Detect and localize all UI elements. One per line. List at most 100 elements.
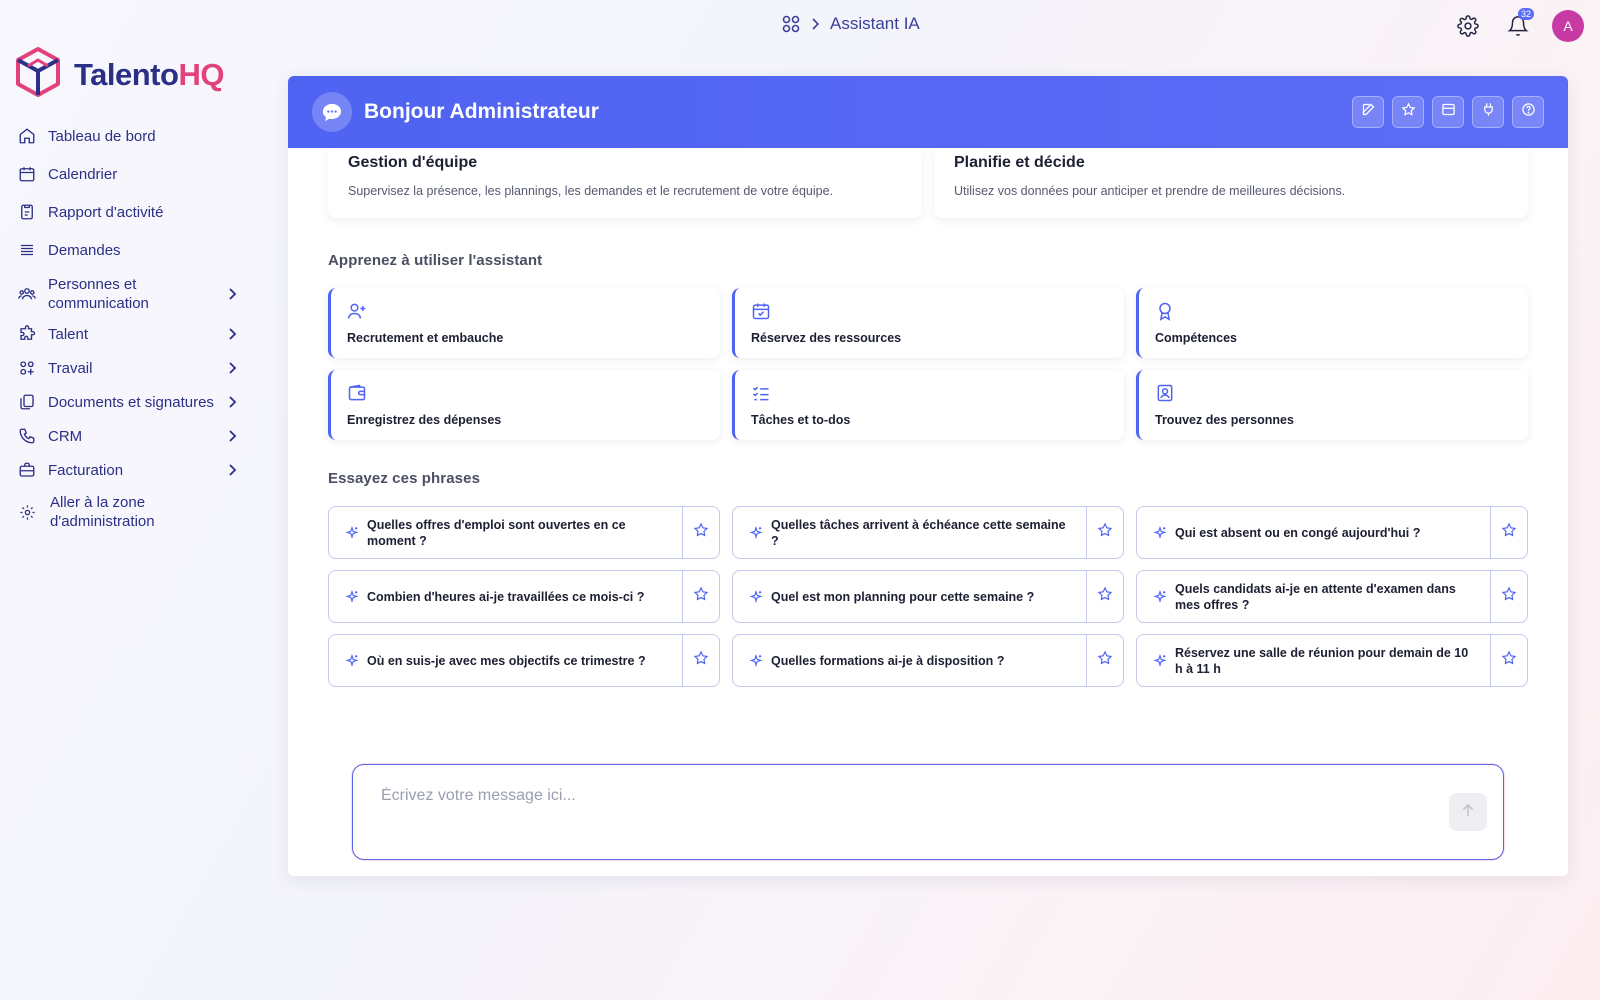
bell-icon[interactable]: 32 (1502, 8, 1534, 42)
sparkle-icon (749, 653, 763, 668)
sparkle-icon (345, 653, 359, 668)
phrase-suggestion[interactable]: Où en suis-je avec mes objectifs ce trim… (328, 634, 720, 687)
edit-button[interactable] (1352, 96, 1384, 128)
apps-grid-icon[interactable] (782, 15, 800, 33)
phrase-suggestion[interactable]: Qui est absent ou en congé aujourd'hui ? (1136, 506, 1528, 559)
favorite-star-button[interactable] (1086, 507, 1123, 558)
edit-icon (1361, 102, 1376, 122)
sidebar-item-crm[interactable]: CRM (16, 426, 244, 446)
sidebar-item-requests[interactable]: Demandes (16, 240, 244, 260)
phrase-suggestion[interactable]: Combien d'heures ai-je travaillées ce mo… (328, 570, 720, 623)
window-button[interactable] (1432, 96, 1464, 128)
feature-card-team[interactable]: Gestion d'équipe Supervisez la présence,… (328, 148, 922, 218)
phrase-suggestion[interactable]: Réservez une salle de réunion pour demai… (1136, 634, 1528, 687)
help-button[interactable] (1512, 96, 1544, 128)
learn-card[interactable]: Recrutement et embauche (328, 288, 720, 358)
sparkle-icon (749, 589, 763, 604)
phrase-text: Où en suis-je avec mes objectifs ce trim… (367, 653, 646, 668)
plug-icon (1481, 102, 1496, 122)
breadcrumb: Assistant IA (782, 14, 920, 34)
favorite-star-button[interactable] (1490, 635, 1527, 686)
favorite-star-button[interactable] (682, 571, 719, 622)
feature-description: Supervisez la présence, les plannings, l… (348, 184, 834, 198)
phrase-main[interactable]: Quelles formations ai-je à disposition ? (733, 635, 1086, 686)
sidebar-item-label: Talent (48, 325, 89, 343)
star-icon (1097, 650, 1113, 671)
send-button[interactable] (1449, 793, 1487, 831)
message-input[interactable] (381, 787, 1421, 847)
notification-badge: 32 (1517, 8, 1534, 20)
favorite-star-button[interactable] (1086, 635, 1123, 686)
sparkle-icon (345, 525, 359, 540)
sidebar-item-people-communication[interactable]: Personnes et communication (16, 274, 244, 314)
home-icon (16, 125, 38, 147)
panel-header: Bonjour Administrateur (288, 76, 1568, 148)
learn-card[interactable]: Enregistrez des dépenses (328, 370, 720, 440)
favorite-star-button[interactable] (1490, 507, 1527, 558)
phrase-suggestion[interactable]: Quelles tâches arrivent à échéance cette… (732, 506, 1124, 559)
phrase-main[interactable]: Qui est absent ou en congé aujourd'hui ? (1137, 507, 1490, 558)
sidebar-item-talent[interactable]: Talent (16, 324, 244, 344)
sidebar-item-dashboard[interactable]: Tableau de bord (16, 126, 244, 146)
sidebar-item-admin-zone[interactable]: Aller à la zone d'administration (16, 492, 244, 532)
settings-icon[interactable] (1452, 10, 1484, 42)
learn-card[interactable]: Trouvez des personnes (1136, 370, 1528, 440)
learn-section-title: Apprenez à utiliser l'assistant (328, 252, 543, 269)
phrase-main[interactable]: Quelles offres d'emploi sont ouvertes en… (329, 507, 682, 558)
phrase-text: Quelles offres d'emploi sont ouvertes en… (367, 517, 626, 548)
phrase-main[interactable]: Quels candidats ai-je en attente d'exame… (1137, 571, 1490, 622)
phrase-suggestion[interactable]: Quels candidats ai-je en attente d'exame… (1136, 570, 1528, 623)
favorite-star-button[interactable] (682, 635, 719, 686)
sidebar-item-label: Facturation (48, 461, 124, 479)
logo-text: TalentoHQ (74, 56, 224, 92)
calendar-check-icon (751, 300, 1108, 322)
app-logo[interactable]: TalentoHQ (14, 46, 224, 103)
chevron-right-icon (224, 286, 240, 302)
sidebar-item-documents[interactable]: Documents et signatures (16, 392, 244, 412)
star-icon (1401, 102, 1416, 122)
top-bar: Assistant IA 32 A (0, 0, 1600, 52)
sidebar-item-work[interactable]: Travail (16, 358, 244, 378)
sidebar-item-label: CRM (48, 427, 83, 445)
phrase-main[interactable]: Quel est mon planning pour cette semaine… (733, 571, 1086, 622)
phrase-suggestion[interactable]: Quelles offres d'emploi sont ouvertes en… (328, 506, 720, 559)
sidebar-item-billing[interactable]: Facturation (16, 460, 244, 480)
phrase-suggestion[interactable]: Quelles formations ai-je à disposition ? (732, 634, 1124, 687)
feature-description: Utilisez vos données pour anticiper et p… (954, 184, 1346, 198)
sidebar-item-label: Rapport d'activité (48, 203, 164, 221)
avatar[interactable]: A (1552, 10, 1584, 42)
favorites-button[interactable] (1392, 96, 1424, 128)
chevron-right-icon (224, 360, 240, 376)
award-icon (1155, 300, 1512, 322)
chevron-right-icon (224, 326, 240, 342)
sidebar-item-activity-report[interactable]: Rapport d'activité (16, 202, 244, 222)
sidebar-item-calendar[interactable]: Calendrier (16, 164, 244, 184)
page-title: Bonjour Administrateur (364, 100, 599, 123)
user-plus-icon (347, 300, 704, 322)
sidebar-item-label: Personnes et communication (48, 276, 149, 312)
sparkle-icon (1153, 653, 1167, 668)
favorite-star-button[interactable] (1086, 571, 1123, 622)
help-icon (1521, 102, 1536, 122)
stack-icon (16, 239, 38, 261)
phrase-suggestion[interactable]: Quel est mon planning pour cette semaine… (732, 570, 1124, 623)
favorite-star-button[interactable] (682, 507, 719, 558)
learn-card[interactable]: Réservez des ressources (732, 288, 1124, 358)
learn-card-label: Réservez des ressources (751, 331, 902, 345)
feature-title: Planifie et décide (954, 154, 1085, 171)
phrase-main[interactable]: Réservez une salle de réunion pour demai… (1137, 635, 1490, 686)
cube-logo-icon (14, 46, 62, 103)
feature-cards: Gestion d'équipe Supervisez la présence,… (328, 148, 1528, 218)
assistant-panel: Bonjour Administrateur Gestion d'équipe … (288, 76, 1568, 876)
phrase-main[interactable]: Quelles tâches arrivent à échéance cette… (733, 507, 1086, 558)
learn-card-label: Tâches et to-dos (751, 413, 851, 427)
learn-card[interactable]: Compétences (1136, 288, 1528, 358)
favorite-star-button[interactable] (1490, 571, 1527, 622)
plugin-button[interactable] (1472, 96, 1504, 128)
phrase-main[interactable]: Combien d'heures ai-je travaillées ce mo… (329, 571, 682, 622)
learn-card-label: Recrutement et embauche (347, 331, 504, 345)
feature-card-plan[interactable]: Planifie et décide Utilisez vos données … (934, 148, 1528, 218)
briefcase-icon (16, 459, 38, 481)
learn-card[interactable]: Tâches et to-dos (732, 370, 1124, 440)
phrase-main[interactable]: Où en suis-je avec mes objectifs ce trim… (329, 635, 682, 686)
